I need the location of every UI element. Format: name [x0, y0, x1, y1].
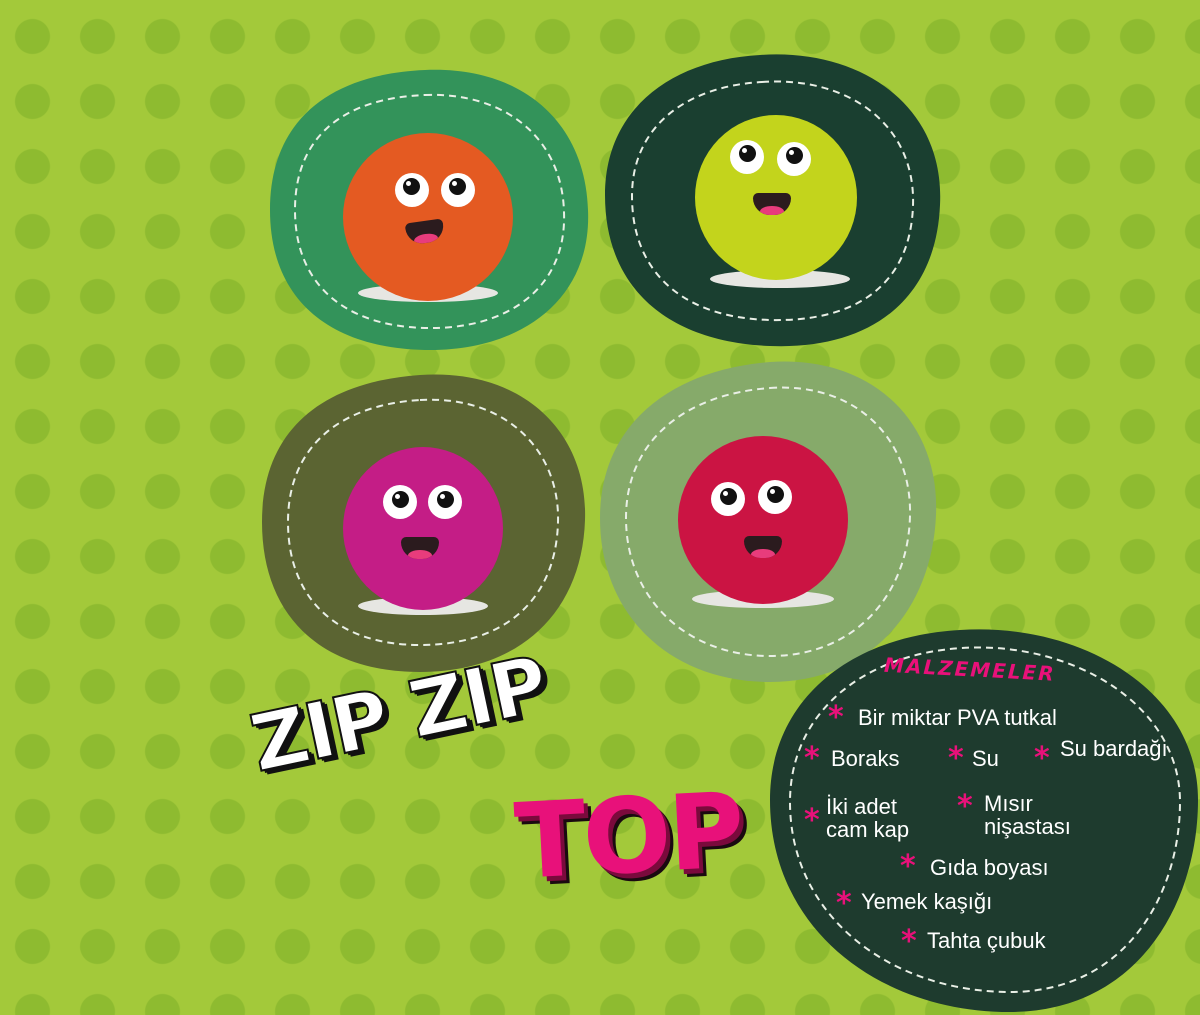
ingredient-wooden-stick: Tahta çubuk: [927, 928, 1046, 953]
asterisk-icon: *: [901, 924, 917, 959]
ingredient-two-glass-bowls: İki adet cam kap: [826, 794, 910, 842]
left-eye: [730, 140, 764, 174]
right-eye: [777, 142, 811, 176]
right-eye: [441, 173, 475, 207]
title-top: TOP: [511, 769, 745, 903]
yellow-ball: [695, 115, 857, 280]
asterisk-icon: *: [957, 789, 973, 824]
smile-mouth: [744, 536, 782, 558]
ingredient-food-coloring: Gıda boyası: [930, 855, 1049, 880]
asterisk-icon: *: [804, 741, 820, 776]
smile-mouth: [401, 537, 439, 559]
asterisk-icon: *: [900, 849, 916, 884]
left-eye: [711, 482, 745, 516]
ingredient-pva-glue: Bir miktar PVA tutkal: [858, 705, 1057, 730]
ingredient-glass-cup: Su bardağı: [1060, 736, 1168, 761]
smile-mouth: [404, 218, 446, 246]
ingredient-water: Su: [972, 746, 999, 771]
asterisk-icon: *: [948, 741, 964, 776]
asterisk-icon: *: [1034, 741, 1050, 776]
asterisk-icon: *: [836, 886, 852, 921]
right-eye: [758, 480, 792, 514]
right-eye: [428, 485, 462, 519]
orange-ball: [343, 133, 513, 301]
ingredient-tablespoon: Yemek kaşığı: [861, 889, 993, 914]
ingredient-corn-starch: Mısır nişastası: [984, 791, 1071, 839]
ingredient-borax: Boraks: [831, 746, 900, 771]
left-eye: [395, 173, 429, 207]
smile-mouth: [753, 193, 791, 215]
left-eye: [383, 485, 417, 519]
asterisk-icon: *: [804, 803, 820, 838]
asterisk-icon: *: [828, 700, 844, 735]
red-ball: [678, 436, 848, 604]
magenta-ball: [343, 447, 503, 610]
